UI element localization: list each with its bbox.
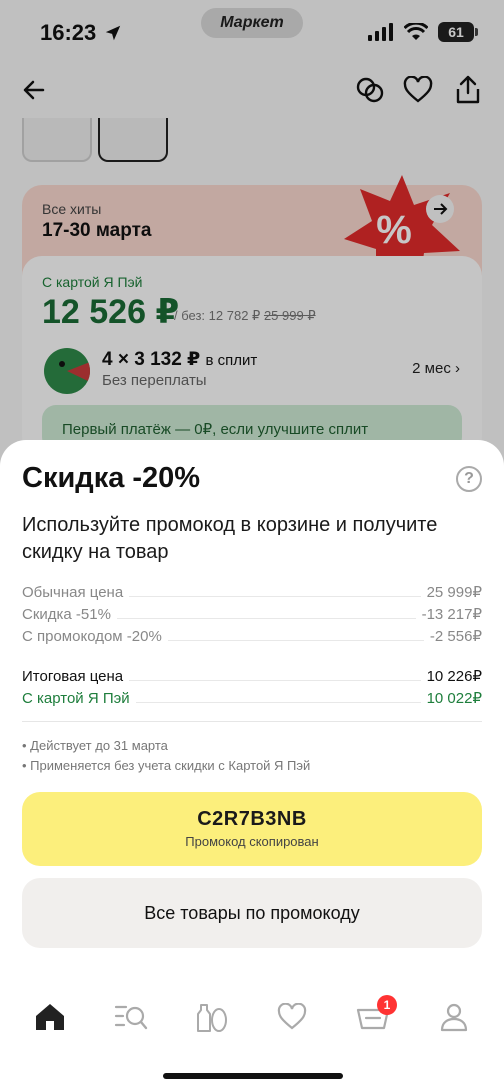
pay-card-total-value: 10 022₽ [426, 690, 482, 707]
price-breakdown: Обычная цена 25 999₽ Скидка -51% -13 217… [22, 579, 482, 707]
row-value: -13 217₽ [421, 606, 482, 623]
catalog-search-icon [114, 1005, 148, 1030]
help-icon[interactable]: ? [456, 466, 482, 492]
total-value: 10 226₽ [426, 668, 482, 685]
promo-bottom-sheet: Скидка -20% ? Используйте промокод в кор… [0, 440, 504, 1090]
row-label: С промокодом -20% [22, 628, 162, 645]
row-value: 25 999₽ [426, 584, 482, 601]
cart-badge: 1 [376, 995, 397, 1015]
breakdown-row: Обычная цена 25 999₽ [22, 579, 482, 601]
tab-catalog[interactable] [111, 997, 151, 1037]
total-label: Итоговая цена [22, 668, 124, 685]
promo-code-text: C2R7B3NB [197, 808, 307, 830]
tab-home[interactable] [30, 997, 70, 1037]
bottom-tab-bar: 1 [0, 992, 504, 1042]
total-row: Итоговая цена 10 226₽ [22, 663, 482, 685]
promo-code-button[interactable]: C2R7B3NB Промокод скопирован [22, 792, 482, 866]
breakdown-row: С промокодом -20% -2 556₽ [22, 623, 482, 645]
tab-cart[interactable]: 1 [353, 995, 397, 1037]
tab-favorites[interactable] [272, 997, 312, 1037]
condition-item: • Действует до 31 марта [22, 738, 168, 753]
pay-card-total-row: С картой Я Пэй 10 022₽ [22, 685, 482, 707]
row-label: Скидка -51% [22, 606, 111, 623]
sheet-subtitle: Используйте промокод в корзине и получит… [22, 514, 438, 563]
promo-copied-text: Промокод скопирован [185, 834, 319, 849]
grocery-bottle-icon [196, 1004, 227, 1032]
row-value: -2 556₽ [429, 628, 482, 645]
home-icon [36, 1004, 65, 1030]
sheet-title: Скидка -20% [22, 462, 201, 494]
profile-icon [440, 1003, 467, 1032]
tab-products[interactable] [192, 997, 232, 1037]
all-products-button[interactable]: Все товары по промокоду [22, 878, 482, 948]
tab-profile[interactable] [434, 997, 474, 1037]
heart-icon [278, 1003, 307, 1030]
home-indicator [163, 1073, 343, 1079]
condition-item: • Применяется без учета скидки с Картой … [22, 758, 311, 773]
promo-conditions: • Действует до 31 марта • Применяется бе… [22, 736, 310, 776]
breakdown-row: Скидка -51% -13 217₽ [22, 601, 482, 623]
pay-card-total-label: С картой Я Пэй [22, 690, 130, 707]
row-label: Обычная цена [22, 584, 124, 601]
divider [22, 721, 482, 722]
